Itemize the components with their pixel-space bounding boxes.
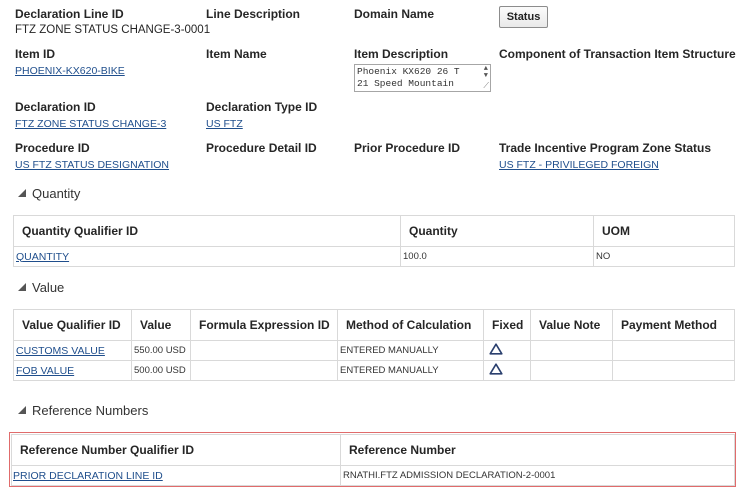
table-cell (530, 340, 613, 361)
domain-name-field: Domain Name (354, 7, 434, 22)
table-row: QUANTITY 100.0 NO (13, 246, 735, 267)
column-header[interactable]: Reference Number Qualifier ID (11, 434, 341, 466)
procedure-id-link[interactable]: US FTZ STATUS DESIGNATION (15, 158, 169, 173)
prior-procedure-id-field: Prior Procedure ID (354, 141, 460, 156)
column-header[interactable]: Reference Number (340, 434, 735, 466)
table-row: PRIOR DECLARATION LINE ID RNATHI.FTZ ADM… (11, 465, 735, 486)
table-cell: 100.0 (400, 246, 594, 267)
table-cell (190, 340, 338, 361)
table-cell: FOB VALUE (13, 360, 132, 381)
column-header[interactable]: Quantity (400, 215, 594, 247)
column-header[interactable]: Value Qualifier ID (13, 309, 132, 341)
declaration-line-id-value: FTZ ZONE STATUS CHANGE-3-0001 (15, 24, 211, 36)
item-description-field: Item Description (354, 47, 448, 62)
trade-incentive-link[interactable]: US FTZ - PRIVILEGED FOREIGN (499, 158, 659, 173)
column-header[interactable]: Payment Method (612, 309, 735, 341)
declaration-id-link[interactable]: FTZ ZONE STATUS CHANGE-3 (15, 117, 166, 132)
item-description-line-2: 21 Speed Mountain (357, 78, 454, 89)
table-cell: PRIOR DECLARATION LINE ID (11, 465, 341, 486)
declaration-id-field: Declaration ID FTZ ZONE STATUS CHANGE-3 (15, 100, 166, 132)
table-cell (612, 360, 735, 381)
reference-numbers-table: Reference Number Qualifier ID Reference … (11, 434, 735, 486)
collapse-triangle-icon (18, 406, 26, 414)
reference-qualifier-link[interactable]: PRIOR DECLARATION LINE ID (13, 470, 163, 482)
column-header[interactable]: Fixed (483, 309, 531, 341)
triangle-icon (489, 343, 503, 355)
table-cell: 500.00 USD (131, 360, 191, 381)
table-cell: ENTERED MANUALLY (337, 360, 484, 381)
reference-numbers-section-toggle[interactable]: Reference Numbers (18, 403, 148, 419)
item-description-label: Item Description (354, 47, 449, 61)
value-section-toggle[interactable]: Value (18, 280, 64, 296)
table-cell: CUSTOMS VALUE (13, 340, 132, 361)
quantity-section-toggle[interactable]: Quantity (18, 186, 80, 202)
item-id-field: Item ID PHOENIX-KX620-BIKE (15, 47, 125, 79)
domain-name-label: Domain Name (354, 7, 435, 21)
item-description-textarea[interactable]: Phoenix KX620 26 T 21 Speed Mountain ▲ ▼ … (354, 64, 491, 92)
line-description-field: Line Description (206, 7, 300, 22)
triangle-icon (489, 363, 503, 375)
component-label: Component of Transaction Item Structure (499, 47, 736, 61)
table-cell (483, 360, 531, 381)
procedure-detail-id-label: Procedure Detail ID (206, 141, 317, 155)
declaration-line-id-label: Declaration Line ID (15, 7, 124, 21)
column-header[interactable]: Method of Calculation (337, 309, 484, 341)
prior-procedure-id-label: Prior Procedure ID (354, 141, 461, 155)
column-header[interactable]: Value (131, 309, 191, 341)
table-row: FOB VALUE 500.00 USD ENTERED MANUALLY (13, 360, 735, 381)
table-cell (612, 340, 735, 361)
value-qualifier-link[interactable]: CUSTOMS VALUE (16, 345, 105, 357)
quantity-table: Quantity Qualifier ID Quantity UOM QUANT… (13, 215, 735, 267)
procedure-detail-id-field: Procedure Detail ID (206, 141, 317, 156)
declaration-id-label: Declaration ID (15, 100, 96, 114)
column-header[interactable]: Value Note (530, 309, 613, 341)
item-id-link[interactable]: PHOENIX-KX620-BIKE (15, 64, 125, 79)
column-header[interactable]: UOM (593, 215, 735, 247)
reference-numbers-section-title: Reference Numbers (32, 403, 149, 418)
declaration-type-id-label: Declaration Type ID (206, 100, 318, 114)
trade-incentive-field: Trade Incentive Program Zone Status US F… (499, 141, 711, 173)
item-name-label: Item Name (206, 47, 267, 61)
value-qualifier-link[interactable]: FOB VALUE (16, 365, 74, 377)
procedure-id-label: Procedure ID (15, 141, 90, 155)
procedure-id-field: Procedure ID US FTZ STATUS DESIGNATION (15, 141, 169, 173)
table-header-row: Quantity Qualifier ID Quantity UOM (13, 215, 735, 247)
quantity-qualifier-link[interactable]: QUANTITY (16, 251, 69, 263)
resize-grip-icon[interactable]: ⟋ (483, 83, 489, 91)
declaration-type-id-field: Declaration Type ID US FTZ (206, 100, 317, 132)
column-header[interactable]: Formula Expression ID (190, 309, 338, 341)
table-header-row: Value Qualifier ID Value Formula Express… (13, 309, 735, 341)
scroll-arrows-icon[interactable]: ▲ ▼ (484, 66, 488, 80)
item-name-field: Item Name (206, 47, 267, 62)
trade-incentive-label: Trade Incentive Program Zone Status (499, 141, 712, 155)
value-table: Value Qualifier ID Value Formula Express… (13, 309, 735, 381)
component-field: Component of Transaction Item Structure (499, 47, 736, 62)
line-description-label: Line Description (206, 7, 301, 21)
item-description-line-1: Phoenix KX620 26 T (357, 66, 460, 77)
column-header[interactable]: Quantity Qualifier ID (13, 215, 401, 247)
quantity-section-title: Quantity (32, 186, 81, 201)
declaration-type-id-link[interactable]: US FTZ (206, 117, 243, 132)
table-cell (483, 340, 531, 361)
collapse-triangle-icon (18, 189, 26, 197)
value-section-title: Value (32, 280, 65, 295)
item-id-label: Item ID (15, 47, 56, 61)
table-cell: 550.00 USD (131, 340, 191, 361)
table-cell: ENTERED MANUALLY (337, 340, 484, 361)
table-cell: RNATHI.FTZ ADMISSION DECLARATION-2-0001 (340, 465, 735, 486)
table-cell (530, 360, 613, 381)
table-cell: QUANTITY (13, 246, 401, 267)
table-row: CUSTOMS VALUE 550.00 USD ENTERED MANUALL… (13, 340, 735, 361)
table-cell (190, 360, 338, 381)
collapse-triangle-icon (18, 283, 26, 291)
status-button[interactable]: Status (499, 6, 548, 28)
declaration-line-id-field: Declaration Line ID FTZ ZONE STATUS CHAN… (15, 7, 210, 38)
table-cell: NO (593, 246, 735, 267)
table-header-row: Reference Number Qualifier ID Reference … (11, 434, 735, 466)
